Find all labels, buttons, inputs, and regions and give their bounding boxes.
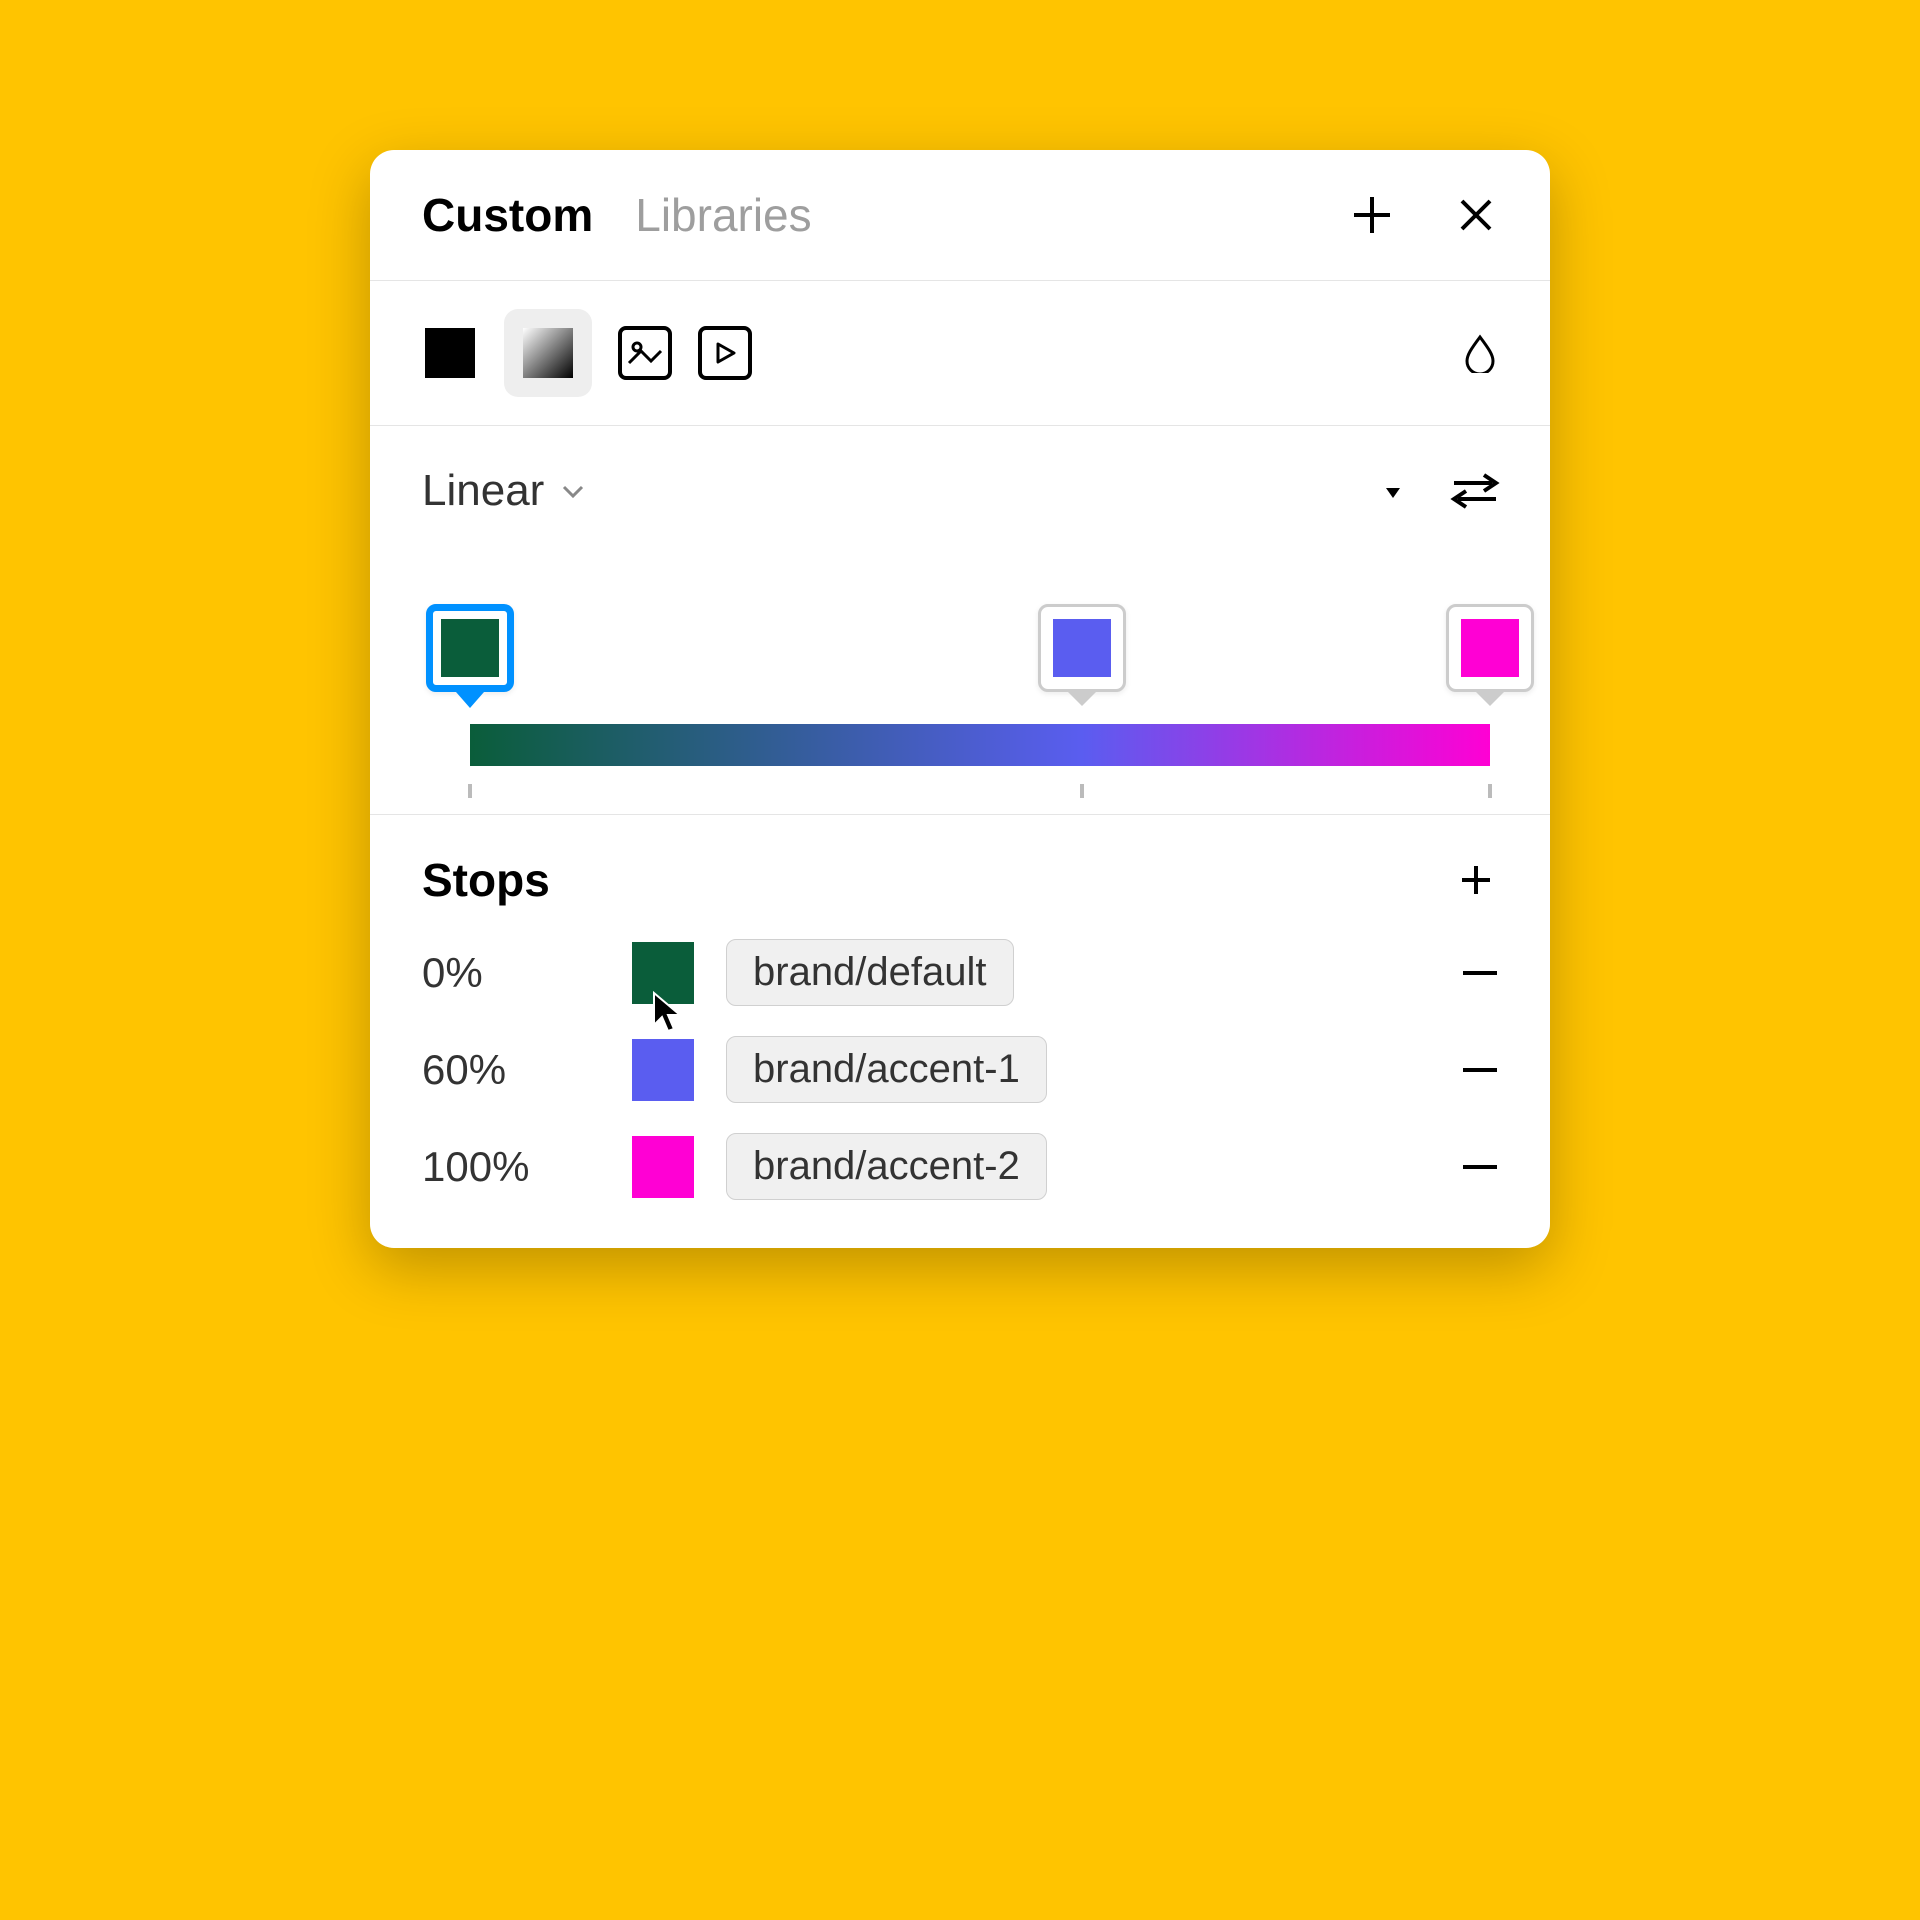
stop-marker-color — [1053, 619, 1111, 677]
header-actions — [1346, 189, 1502, 241]
stops-title: Stops — [422, 853, 550, 907]
stop-color-swatch[interactable] — [632, 1039, 694, 1101]
stops-section: Stops 0% brand/default 60% brand/accent-… — [370, 815, 1550, 1248]
gradient-stop-marker-0[interactable] — [426, 604, 514, 708]
chevron-down-icon — [560, 478, 586, 504]
color-picker-panel: Custom Libraries — [370, 150, 1550, 1248]
remove-stop-icon[interactable] — [1458, 1048, 1502, 1092]
tick-mark — [1080, 784, 1084, 798]
stop-row-1: 60% brand/accent-1 — [422, 1036, 1502, 1103]
gradient-stop-marker-1[interactable] — [1038, 604, 1126, 706]
stop-marker-box — [1038, 604, 1126, 692]
stop-marker-pointer — [1068, 692, 1096, 706]
blend-mode-icon[interactable] — [1458, 331, 1502, 375]
add-icon[interactable] — [1346, 189, 1398, 241]
fill-video-button[interactable] — [698, 326, 752, 380]
flip-icon[interactable] — [1448, 471, 1502, 511]
add-stop-icon[interactable] — [1450, 854, 1502, 906]
remove-stop-icon[interactable] — [1458, 951, 1502, 995]
stop-percent[interactable]: 0% — [422, 949, 632, 997]
stop-marker-color — [441, 619, 499, 677]
fill-type-group — [422, 309, 752, 397]
panel-header: Custom Libraries — [370, 150, 1550, 281]
gradient-swatch-icon — [523, 328, 573, 378]
stop-percent[interactable]: 100% — [422, 1143, 632, 1191]
fill-type-row — [370, 281, 1550, 426]
stops-header: Stops — [422, 853, 1502, 907]
stop-marker-pointer — [456, 692, 484, 708]
solid-swatch-icon — [425, 328, 475, 378]
stop-marker-color — [1461, 619, 1519, 677]
stop-marker-box — [1446, 604, 1534, 692]
rotate-icon[interactable] — [1382, 480, 1404, 502]
stop-token-chip[interactable]: brand/default — [726, 939, 1014, 1006]
gradient-track[interactable] — [470, 724, 1490, 766]
tick-row — [470, 784, 1490, 798]
fill-gradient-button[interactable] — [504, 309, 592, 397]
tab-custom[interactable]: Custom — [422, 188, 593, 242]
gradient-type-label: Linear — [422, 466, 544, 516]
stop-token-chip[interactable]: brand/accent-1 — [726, 1036, 1047, 1103]
stop-color-swatch[interactable] — [632, 942, 694, 1004]
close-icon[interactable] — [1450, 189, 1502, 241]
gradient-type-row: Linear — [370, 426, 1550, 544]
gradient-type-actions — [1382, 471, 1502, 511]
gradient-slider-area — [370, 544, 1550, 815]
stop-percent[interactable]: 60% — [422, 1046, 632, 1094]
gradient-type-select[interactable]: Linear — [422, 466, 586, 516]
stop-color-swatch[interactable] — [632, 1136, 694, 1198]
tick-mark — [468, 784, 472, 798]
tab-libraries[interactable]: Libraries — [635, 188, 811, 242]
stop-marker-box — [426, 604, 514, 692]
stop-row-2: 100% brand/accent-2 — [422, 1133, 1502, 1200]
fill-solid-button[interactable] — [422, 325, 478, 381]
fill-image-button[interactable] — [618, 326, 672, 380]
tick-mark — [1488, 784, 1492, 798]
stop-marker-pointer — [1476, 692, 1504, 706]
stop-row-0: 0% brand/default — [422, 939, 1502, 1006]
gradient-slider[interactable] — [430, 604, 1490, 774]
gradient-stop-marker-2[interactable] — [1446, 604, 1534, 706]
stop-token-chip[interactable]: brand/accent-2 — [726, 1133, 1047, 1200]
remove-stop-icon[interactable] — [1458, 1145, 1502, 1189]
